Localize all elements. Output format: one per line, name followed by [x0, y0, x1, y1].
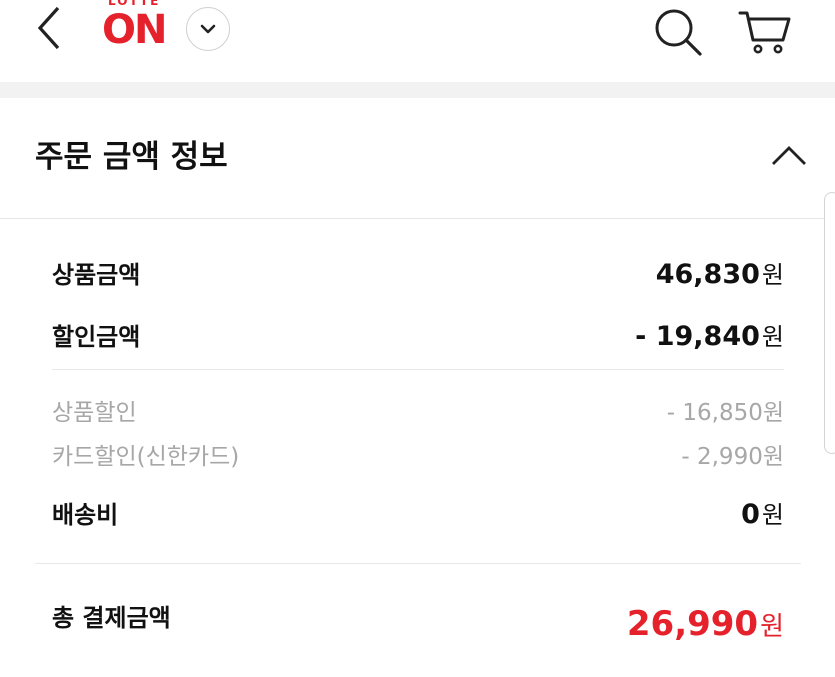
card-discount-value: - 2,990원	[681, 444, 784, 470]
header-divider	[0, 218, 835, 219]
section-title: 주문 금액 정보	[35, 139, 228, 175]
order-amount-page: LOTTE ON 주문 금액 정보 상품금액 46,830원 할인금액 - 19…	[0, 0, 835, 677]
discount-divider	[52, 369, 784, 370]
back-button[interactable]	[30, 2, 70, 54]
logo-big-text: ON	[102, 7, 167, 53]
total-payment-number: 26,990	[626, 604, 759, 644]
discount-amount-value: - 19,840원	[635, 322, 784, 352]
product-amount-value: 46,830원	[656, 260, 784, 290]
currency-unit: 원	[761, 261, 784, 289]
card-discount-row: 카드할인(신한카드) - 2,990원	[52, 443, 784, 471]
cart-button[interactable]	[737, 6, 793, 58]
search-icon	[655, 9, 702, 56]
card-discount-label: 카드할인(신한카드)	[52, 444, 240, 470]
lotte-on-logo[interactable]: LOTTE ON	[102, 0, 172, 56]
shipping-value: 0원	[741, 500, 784, 530]
currency-unit: 원	[761, 501, 784, 529]
product-discount-row: 상품할인 - 16,850원	[52, 399, 784, 427]
discount-amount-number: - 19,840	[635, 321, 760, 352]
product-amount-row: 상품금액 46,830원	[52, 260, 784, 290]
section-divider	[0, 82, 835, 98]
discount-amount-row: 할인금액 - 19,840원	[52, 322, 784, 352]
mall-dropdown-button[interactable]	[186, 7, 230, 51]
currency-unit: 원	[761, 323, 784, 351]
shipping-number: 0	[741, 499, 760, 530]
shipping-label: 배송비	[52, 501, 119, 529]
product-amount-number: 46,830	[655, 259, 760, 290]
shipping-row: 배송비 0원	[52, 500, 784, 530]
total-payment-label: 총 결제금액	[52, 604, 171, 632]
product-discount-value: - 16,850원	[666, 400, 784, 426]
total-divider	[35, 563, 801, 564]
product-discount-label: 상품할인	[52, 400, 137, 426]
top-header: LOTTE ON	[0, 0, 835, 82]
search-button[interactable]	[652, 6, 704, 58]
scrollbar[interactable]	[824, 192, 835, 454]
product-amount-label: 상품금액	[52, 261, 141, 289]
cart-icon	[738, 11, 791, 54]
back-arrow-icon	[37, 6, 60, 50]
order-amount-section-header[interactable]: 주문 금액 정보	[0, 98, 835, 218]
chevron-down-icon	[200, 24, 216, 34]
discount-amount-label: 할인금액	[52, 323, 141, 351]
currency-unit: 원	[760, 612, 784, 642]
chevron-up-icon	[772, 146, 806, 165]
collapse-toggle-button[interactable]	[768, 138, 810, 174]
total-payment-row: 총 결제금액 26,990원	[52, 602, 784, 642]
total-payment-value: 26,990원	[627, 606, 784, 645]
